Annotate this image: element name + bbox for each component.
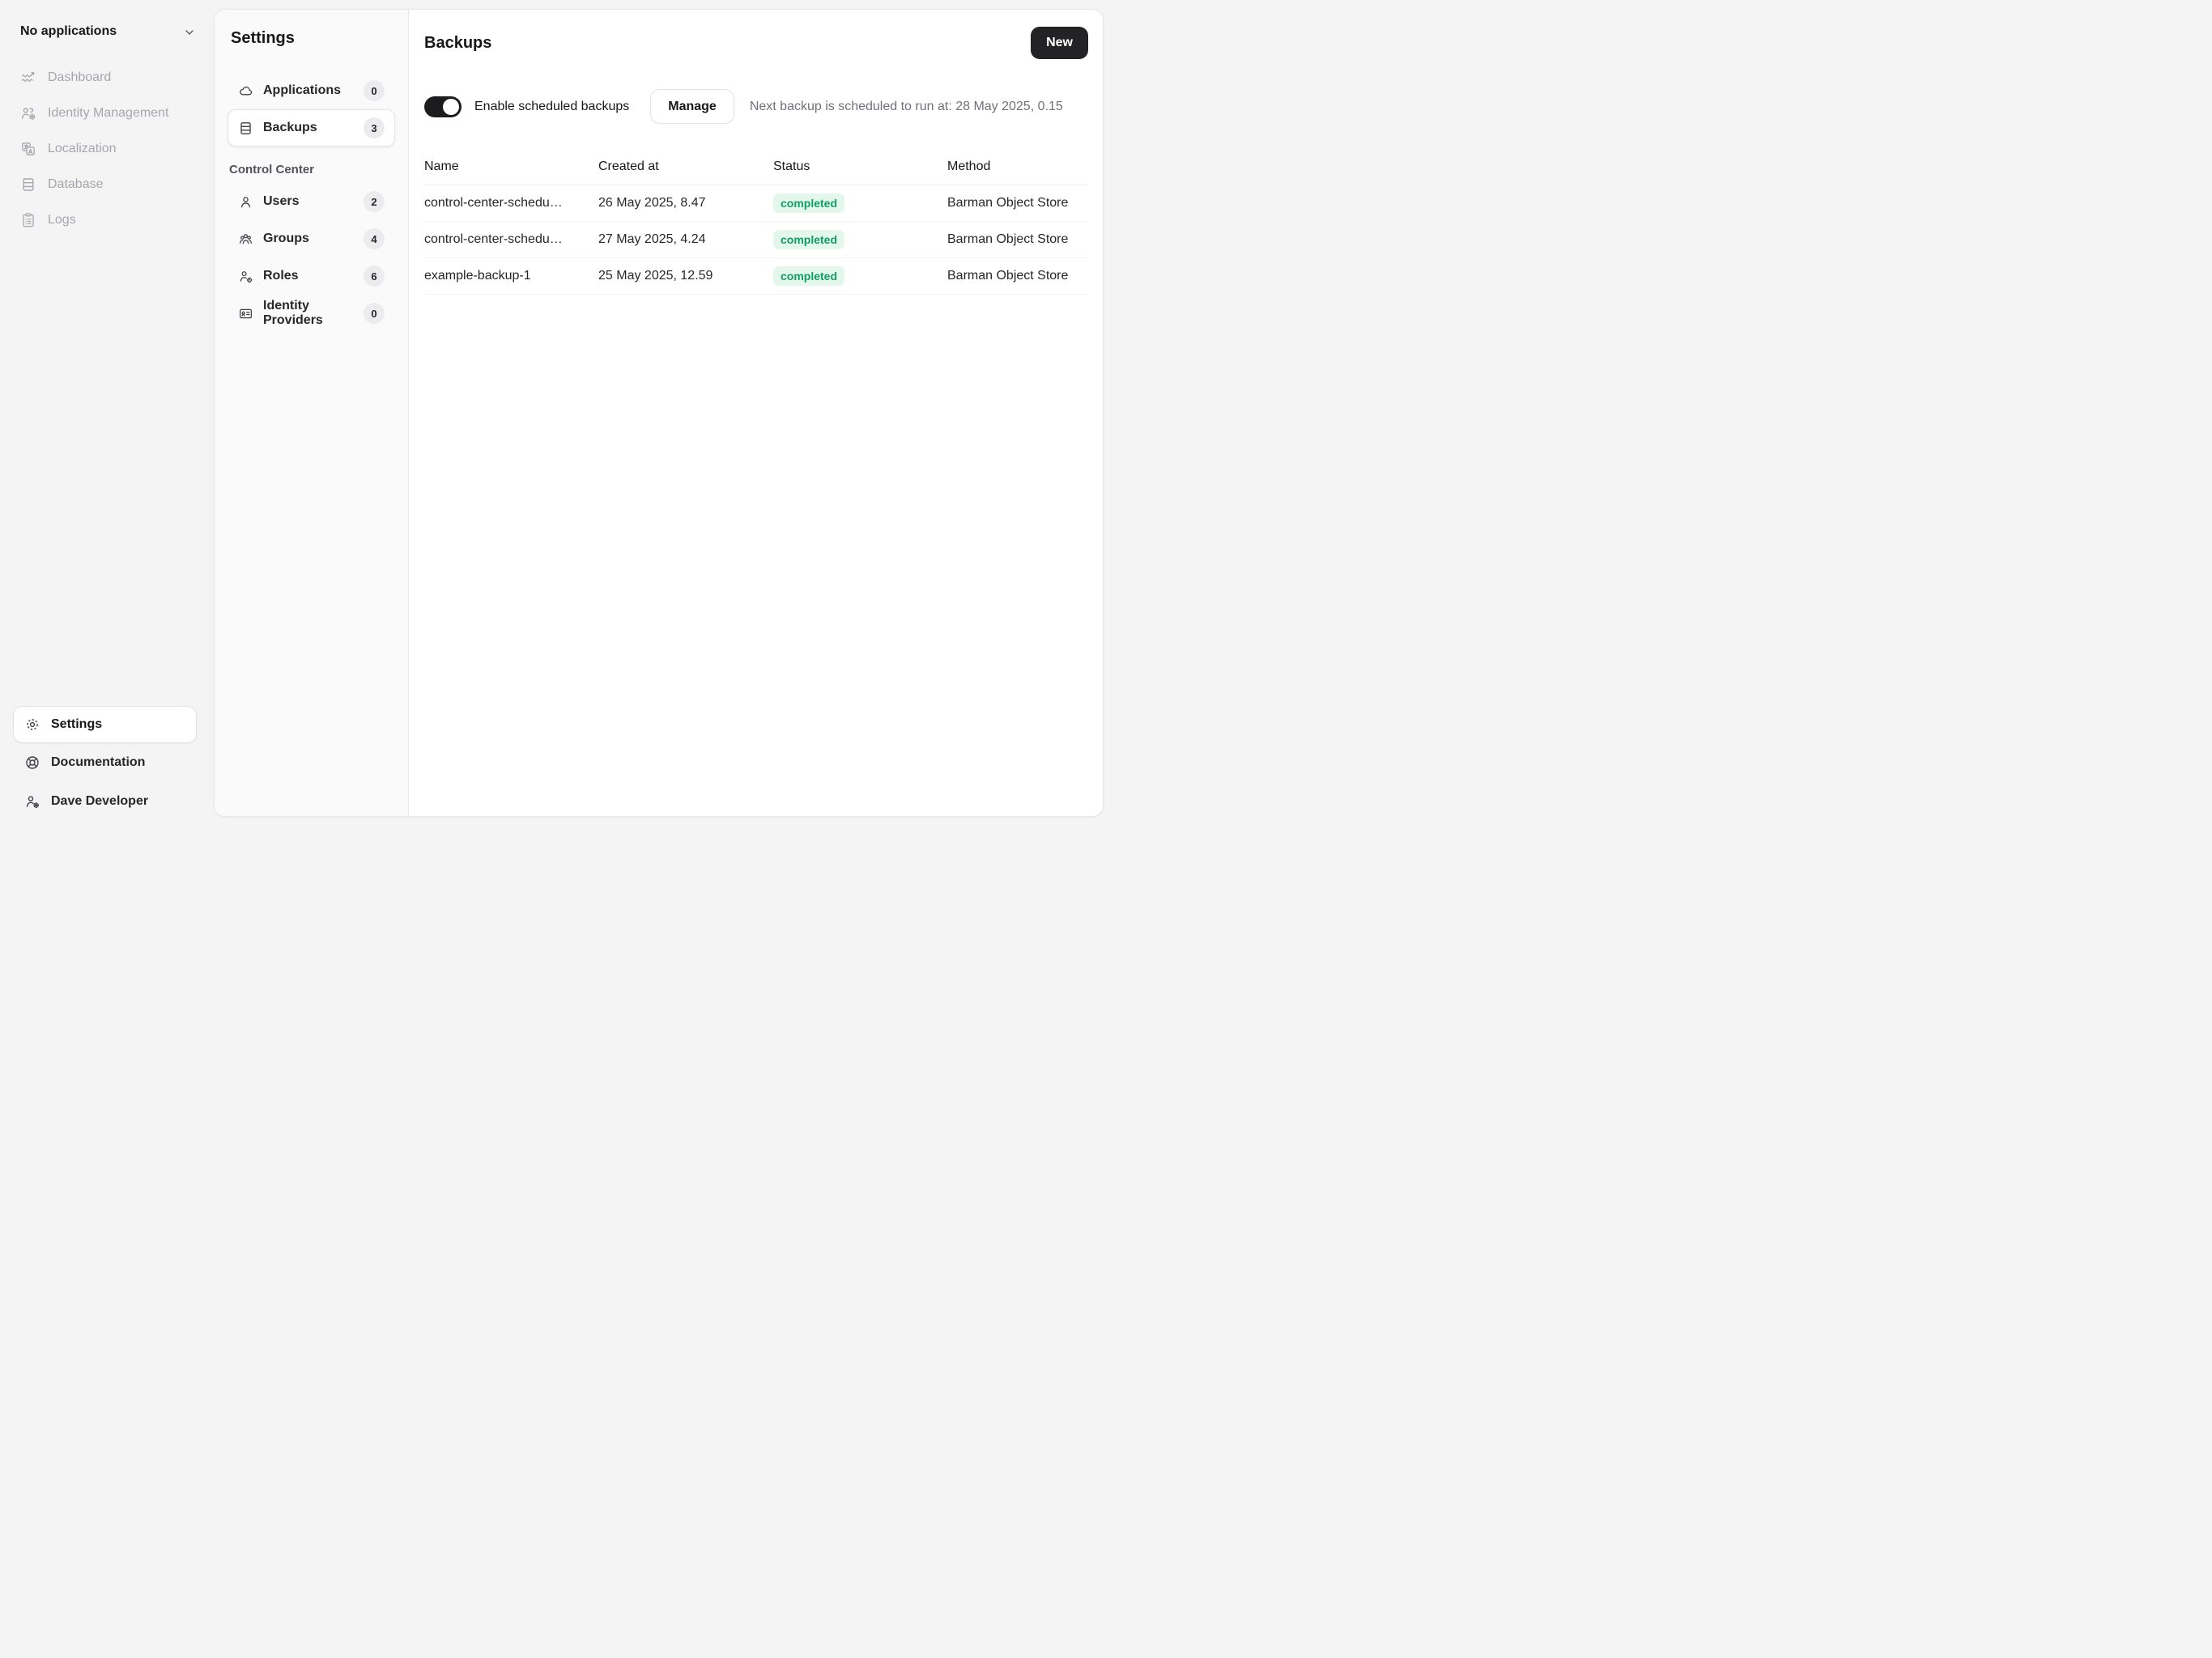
- sidebar-item-user[interactable]: Dave Developer: [13, 782, 197, 821]
- sidebar-item-label: Identity Management: [48, 106, 169, 120]
- sidebar-item-localization[interactable]: Localization: [0, 131, 214, 167]
- column-header-status: Status: [773, 159, 810, 173]
- backup-method: Barman Object Store: [947, 269, 1069, 283]
- sidebar-item-database[interactable]: Database: [0, 167, 214, 202]
- backup-name: example-backup-1: [424, 269, 531, 283]
- rows-icon: [238, 121, 253, 136]
- settings-nav-item-label: Applications: [263, 83, 342, 97]
- sidebar-footer: Settings Documentation Dave Developer: [13, 706, 197, 821]
- role-icon: [238, 269, 253, 284]
- sidebar-item-settings[interactable]: Settings: [13, 706, 197, 743]
- table-row[interactable]: example-backup-1 25 May 2025, 12.59 comp…: [424, 258, 1088, 295]
- scheduled-backups-toggle[interactable]: [424, 96, 462, 117]
- sidebar-item-label: Dashboard: [48, 70, 112, 84]
- id-card-icon: [238, 306, 253, 321]
- sidebar-item-dashboard[interactable]: Dashboard: [0, 60, 214, 96]
- table-row[interactable]: control-center-schedu… 27 May 2025, 4.24…: [424, 222, 1088, 258]
- backup-created-at: 27 May 2025, 4.24: [598, 232, 706, 246]
- sidebar-settings-label: Settings: [51, 717, 103, 731]
- activity-icon: [20, 70, 36, 86]
- sidebar-item-logs[interactable]: Logs: [0, 202, 214, 238]
- main-header: Backups New: [424, 27, 1088, 59]
- settings-nav-section-label: Control Center: [229, 163, 314, 176]
- status-badge: completed: [773, 266, 845, 286]
- next-backup-note: Next backup is scheduled to run at: 28 M…: [749, 99, 1063, 113]
- table-row[interactable]: control-center-schedu… 26 May 2025, 8.47…: [424, 185, 1088, 222]
- settings-nav-item-label: Identity Providers: [263, 299, 323, 327]
- sidebar-item-label: Localization: [48, 142, 117, 155]
- scheduled-backups-toggle-label: Enable scheduled backups: [474, 99, 630, 113]
- sidebar-item-label: Logs: [48, 213, 76, 227]
- user-icon: [238, 194, 253, 210]
- settings-nav-title: Settings: [231, 29, 295, 47]
- group-icon: [238, 232, 253, 247]
- settings-nav-item-identity-providers[interactable]: Identity Providers 0: [228, 295, 395, 332]
- settings-nav-item-backups[interactable]: Backups 3: [228, 109, 395, 147]
- sidebar-item-label: Database: [48, 177, 104, 191]
- database-icon: [20, 176, 36, 193]
- settings-nav: Settings Applications 0 Backups 3 Contro…: [215, 10, 409, 816]
- manage-button[interactable]: Manage: [650, 89, 734, 124]
- count-badge: 4: [364, 228, 385, 249]
- logs-icon: [20, 212, 36, 228]
- settings-nav-item-label: Users: [263, 194, 300, 208]
- settings-nav-item-label: Backups: [263, 121, 317, 134]
- settings-nav-item-applications[interactable]: Applications 0: [228, 72, 395, 109]
- settings-nav-item-groups[interactable]: Groups 4: [228, 220, 395, 257]
- new-backup-button[interactable]: New: [1031, 27, 1088, 59]
- user-gear-icon: [24, 793, 40, 810]
- settings-nav-item-label: Roles: [263, 269, 299, 283]
- count-badge: 0: [364, 303, 385, 324]
- backup-name: control-center-schedu…: [424, 232, 563, 246]
- sidebar-user-label: Dave Developer: [51, 794, 149, 808]
- settings-nav-item-users[interactable]: Users 2: [228, 183, 395, 220]
- sidebar-nav: Dashboard Identity Management Localizati…: [0, 60, 214, 238]
- settings-nav-item-roles[interactable]: Roles 6: [228, 257, 395, 295]
- sidebar-item-documentation[interactable]: Documentation: [13, 743, 197, 782]
- status-badge: completed: [773, 230, 845, 249]
- application-switcher-label: No applications: [20, 24, 117, 38]
- primary-sidebar: No applications Dashboard Identity Manag…: [0, 0, 214, 829]
- backups-table-header: Name Created at Status Method: [424, 149, 1088, 185]
- cloud-icon: [238, 83, 253, 99]
- count-badge: 2: [364, 191, 385, 212]
- scheduled-backups-controls: Enable scheduled backups Manage Next bac…: [424, 89, 1088, 124]
- users-gear-icon: [20, 105, 36, 121]
- sidebar-item-identity-management[interactable]: Identity Management: [0, 96, 214, 131]
- page-title: Backups: [424, 34, 492, 52]
- backup-created-at: 26 May 2025, 8.47: [598, 196, 706, 210]
- gear-icon: [24, 716, 40, 733]
- backup-method: Barman Object Store: [947, 196, 1069, 210]
- column-header-method: Method: [947, 159, 991, 173]
- count-badge: 0: [364, 80, 385, 101]
- column-header-created-at: Created at: [598, 159, 659, 173]
- status-badge: completed: [773, 193, 845, 213]
- chevron-down-icon: [183, 26, 196, 39]
- count-badge: 3: [364, 117, 385, 138]
- application-switcher[interactable]: No applications: [0, 0, 214, 47]
- backup-method: Barman Object Store: [947, 232, 1069, 246]
- translate-icon: [20, 141, 36, 157]
- lifebuoy-icon: [24, 755, 40, 771]
- settings-nav-item-label: Groups: [263, 232, 309, 245]
- sidebar-documentation-label: Documentation: [51, 755, 146, 769]
- backups-table: Name Created at Status Method control-ce…: [424, 149, 1088, 295]
- main-content: Backups New Enable scheduled backups Man…: [409, 10, 1103, 816]
- count-badge: 6: [364, 266, 385, 287]
- backup-created-at: 25 May 2025, 12.59: [598, 269, 713, 283]
- content-panel: Settings Applications 0 Backups 3 Contro…: [214, 9, 1104, 817]
- column-header-name: Name: [424, 159, 459, 173]
- backup-name: control-center-schedu…: [424, 196, 563, 210]
